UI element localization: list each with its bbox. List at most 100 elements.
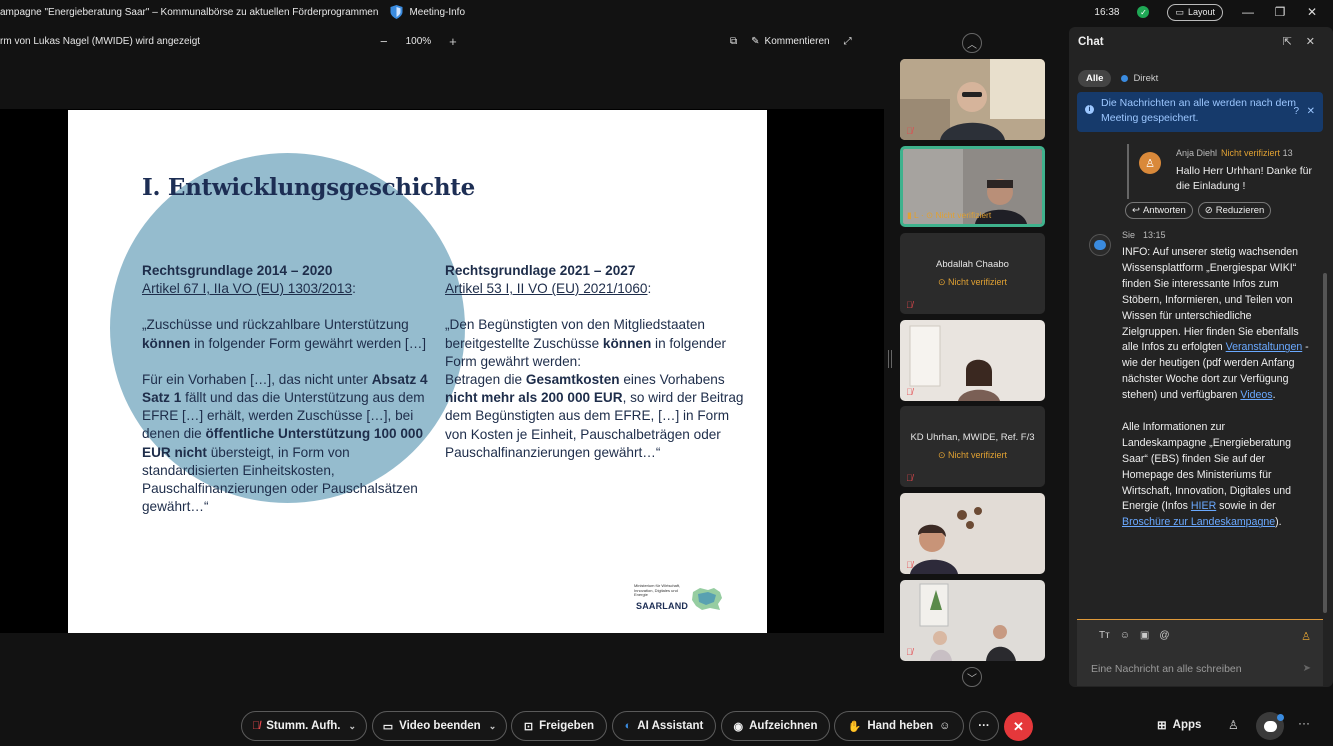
link-veranstaltungen[interactable]: Veranstaltungen xyxy=(1226,341,1303,353)
record-icon: ◉ xyxy=(733,720,744,733)
presentation-slide: I. Entwicklungsgeschichte Rechtsgrundlag… xyxy=(68,110,767,633)
participant-tile[interactable]: 🎙̸ xyxy=(900,320,1045,401)
muted-mic-icon: 🎙̸ xyxy=(906,387,913,397)
participant-tile[interactable]: 🎙̸ xyxy=(900,493,1045,574)
saarland-map-icon xyxy=(692,588,722,610)
chevron-down-icon[interactable]: ⌄ xyxy=(489,721,497,732)
chat-bubble-icon xyxy=(1094,240,1106,250)
participant-tile-active[interactable]: ▮ L · ⊙ Nicht verifiziert xyxy=(900,146,1045,227)
participant-tile[interactable]: 🎙̸ xyxy=(900,580,1045,661)
ai-assistant-icon: ◐ xyxy=(624,720,632,732)
text-format-icon[interactable]: Tт xyxy=(1099,630,1110,641)
reply-button[interactable]: ↩ Antworten xyxy=(1125,202,1193,219)
close-chat-icon[interactable]: ✕ xyxy=(1306,35,1315,48)
comment-button[interactable]: ✎ Kommentieren xyxy=(751,36,829,47)
left-column: Rechtsgrundlage 2014 – 2020 Artikel 67 I… xyxy=(142,262,432,534)
text: Alle Informationen zur Landeskampagne „E… xyxy=(1122,420,1292,513)
help-icon[interactable]: ? xyxy=(1293,104,1299,119)
meeting-info-button[interactable]: Meeting-Info xyxy=(390,5,465,19)
info-icon: i xyxy=(1085,105,1094,114)
ministry-text: Ministerium für Wirtschaft, Innovation, … xyxy=(634,583,681,597)
reaction-icon[interactable]: ☺ xyxy=(939,720,950,732)
participant-tile[interactable]: KD Uhrhan, MWIDE, Ref. F/3 ⊙ Nicht verif… xyxy=(900,406,1045,487)
emoji-icon[interactable]: ☺ xyxy=(1120,630,1130,641)
link-broschuere[interactable]: Broschüre zur Landeskampagne xyxy=(1122,516,1275,528)
message-input[interactable]: Eine Nachricht an alle schreiben xyxy=(1091,663,1242,675)
text: . xyxy=(1272,389,1276,402)
send-icon[interactable]: ➤ xyxy=(1303,663,1311,674)
close-window-icon[interactable]: ✕ xyxy=(1305,5,1319,19)
recipient-icon[interactable]: ♙ xyxy=(1301,630,1311,643)
apps-label: Apps xyxy=(1172,719,1202,731)
scroll-up-icon[interactable]: ︿ xyxy=(962,33,982,53)
emphasis: nicht mehr als 200 000 EUR xyxy=(445,390,623,406)
zoom-out-button[interactable]: − xyxy=(380,34,388,49)
raise-hand-button[interactable]: ✋ Hand heben ☺ xyxy=(834,711,964,741)
close-icon: ✕ xyxy=(1013,718,1024,734)
ai-assistant-button[interactable]: ◐ AI Assistant xyxy=(612,711,716,741)
record-button[interactable]: ◉ Aufzeichnen xyxy=(721,711,830,741)
fullscreen-icon[interactable]: ⤢ xyxy=(844,36,852,47)
share-button[interactable]: ⊡ Freigeben xyxy=(511,711,607,741)
leave-meeting-button[interactable]: ✕ xyxy=(1004,712,1033,741)
ai-label: AI Assistant xyxy=(637,720,704,732)
apps-icon: ⊞ xyxy=(1157,720,1167,732)
reduce-label: Reduzieren xyxy=(1215,205,1265,216)
sharing-status-label: rm von Lukas Nagel (MWIDE) wird angezeig… xyxy=(0,35,201,47)
resize-handle[interactable] xyxy=(888,350,892,368)
layout-button[interactable]: ▭ Layout xyxy=(1167,3,1223,21)
left-reference: Artikel 67 I, IIa VO (EU) 1303/2013 xyxy=(142,281,353,297)
own-avatar xyxy=(1089,234,1111,256)
own-message: INFO: Auf unserer stetig wachsenden Wiss… xyxy=(1122,245,1312,547)
share-toolbar: rm von Lukas Nagel (MWIDE) wird angezeig… xyxy=(0,30,885,52)
chat-scrollbar[interactable] xyxy=(1323,273,1327,613)
hand-label: Hand heben xyxy=(867,720,934,732)
chat-toggle-button[interactable] xyxy=(1256,712,1284,740)
tab-direct[interactable]: Direkt xyxy=(1121,73,1158,84)
reduce-button[interactable]: ⊘ Reduzieren xyxy=(1197,202,1272,219)
text: in folgender Form gewährt werden […] xyxy=(190,335,427,351)
layout-icon: ▭ xyxy=(1175,6,1184,17)
text: INFO: Auf unserer stetig wachsenden Wiss… xyxy=(1122,246,1299,354)
muted-mic-icon: 🎙̸ xyxy=(251,720,261,732)
share-label: Freigeben xyxy=(539,720,595,732)
participant-tile[interactable]: Abdallah Chaabo ⊙ Nicht verifiziert 🎙̸ xyxy=(900,233,1045,314)
status-icon[interactable]: ✓ xyxy=(1137,6,1150,18)
chat-title: Chat xyxy=(1078,36,1104,48)
slide-title: I. Entwicklungsgeschichte xyxy=(142,174,475,201)
link-videos[interactable]: Videos xyxy=(1240,389,1272,401)
mute-button[interactable]: 🎙̸ Stumm. Aufh. ⌄ xyxy=(241,711,367,741)
restore-icon[interactable]: ❐ xyxy=(1273,5,1287,19)
text: Betragen die xyxy=(445,372,526,388)
unverified-label: ⊙ Nicht verifiziert xyxy=(937,277,1008,287)
zoom-level: 100% xyxy=(405,35,432,47)
video-feed-image xyxy=(900,320,1045,401)
text: ). xyxy=(1275,516,1282,529)
notice-text: Die Nachrichten an alle werden nach dem … xyxy=(1101,97,1296,124)
apps-button[interactable]: ⊞ Apps xyxy=(1157,718,1201,732)
right-heading: Rechtsgrundlage 2021 – 2027 xyxy=(445,263,636,278)
zoom-in-button[interactable]: + xyxy=(449,34,457,49)
chevron-down-icon[interactable]: ⌄ xyxy=(349,721,357,732)
tab-direct-label: Direkt xyxy=(1133,73,1159,84)
more-icon[interactable]: ··· xyxy=(1298,716,1310,730)
link-hier[interactable]: HIER xyxy=(1191,500,1216,512)
dismiss-notice-icon[interactable]: ✕ xyxy=(1307,104,1315,119)
popout-icon[interactable]: ⇱ xyxy=(1283,35,1292,48)
chat-icon xyxy=(1263,720,1277,732)
gif-icon[interactable]: ▣ xyxy=(1140,630,1149,641)
scroll-down-icon[interactable]: ﹀ xyxy=(962,667,982,687)
minimize-icon[interactable]: — xyxy=(1241,5,1255,19)
participant-tile[interactable]: 🎙̸ xyxy=(900,59,1045,140)
unread-dot-icon xyxy=(1121,75,1129,82)
more-options-button[interactable]: ··· xyxy=(969,711,999,741)
participants-icon[interactable]: ♙ xyxy=(1228,718,1239,732)
message-author: Anja Diehl xyxy=(1176,148,1218,158)
tab-all[interactable]: Alle xyxy=(1078,70,1112,87)
message-time: 13:15 xyxy=(1143,230,1166,240)
emphasis: Gesamtkosten xyxy=(525,372,620,388)
zoom-controls: − 100% + xyxy=(380,34,457,49)
mention-icon[interactable]: @ xyxy=(1159,630,1169,641)
stop-video-button[interactable]: ▭ Video beenden ⌄ xyxy=(372,711,507,741)
annotate-icon[interactable]: ⧉ xyxy=(730,36,737,47)
